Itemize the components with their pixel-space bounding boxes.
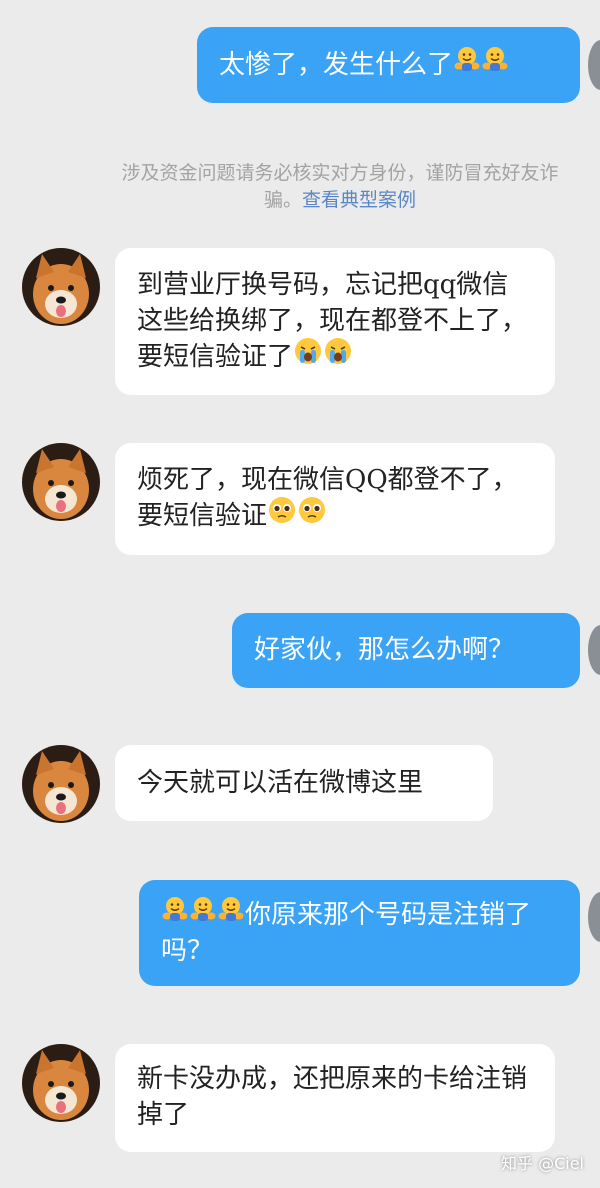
message-text: 太惨了，发生什么了 bbox=[219, 50, 454, 80]
crying-face-icon bbox=[323, 336, 353, 376]
hugging-face-icon bbox=[481, 45, 509, 83]
hugging-face-icon bbox=[189, 895, 217, 933]
hugging-face-icon bbox=[161, 895, 189, 933]
outgoing-message-bubble[interactable]: 你原来那个号码是注销了吗？ bbox=[139, 880, 580, 986]
self-avatar[interactable] bbox=[588, 892, 600, 942]
avatar[interactable] bbox=[22, 745, 100, 823]
incoming-message-bubble[interactable]: 今天就可以活在微博这里 bbox=[115, 745, 493, 821]
avatar[interactable] bbox=[22, 248, 100, 326]
self-avatar[interactable] bbox=[588, 40, 600, 90]
incoming-message-bubble[interactable]: 新卡没办成，还把原来的卡给注销掉了 bbox=[115, 1044, 555, 1152]
incoming-message-bubble[interactable]: 到营业厅换号码，忘记把qq微信这些给换绑了，现在都登不上了，要短信验证了 bbox=[115, 248, 555, 395]
notice-text-continued: 骗。 bbox=[263, 189, 302, 211]
pleading-face-icon bbox=[267, 495, 297, 535]
pleading-face-icon bbox=[297, 495, 327, 535]
message-text: 新卡没办成，还把原来的卡给注销掉了 bbox=[137, 1064, 528, 1130]
watermark: 知乎 @Ciel bbox=[501, 1154, 584, 1173]
hugging-face-icon bbox=[453, 45, 481, 83]
notice-text: 涉及资金问题请务必核实对方身份，谨防冒充好友诈 bbox=[121, 162, 559, 184]
message-text: 好家伙，那怎么办啊？ bbox=[254, 635, 515, 665]
view-typical-cases-link[interactable]: 查看典型案例 bbox=[302, 189, 416, 211]
crying-face-icon bbox=[293, 336, 323, 376]
message-text: 今天就可以活在微博这里 bbox=[137, 768, 424, 798]
incoming-message-bubble[interactable]: 烦死了，现在微信QQ都登不了，要短信验证 bbox=[115, 443, 555, 555]
hugging-face-icon bbox=[217, 895, 245, 933]
message-text: 烦死了，现在微信QQ都登不了，要短信验证 bbox=[137, 465, 518, 531]
avatar[interactable] bbox=[22, 1044, 100, 1122]
security-notice: 涉及资金问题请务必核实对方身份，谨防冒充好友诈 骗。查看典型案例 bbox=[60, 160, 600, 214]
outgoing-message-bubble[interactable]: 太惨了，发生什么了 bbox=[197, 27, 580, 103]
self-avatar[interactable] bbox=[588, 625, 600, 675]
outgoing-message-bubble[interactable]: 好家伙，那怎么办啊？ bbox=[232, 613, 580, 688]
avatar[interactable] bbox=[22, 443, 100, 521]
